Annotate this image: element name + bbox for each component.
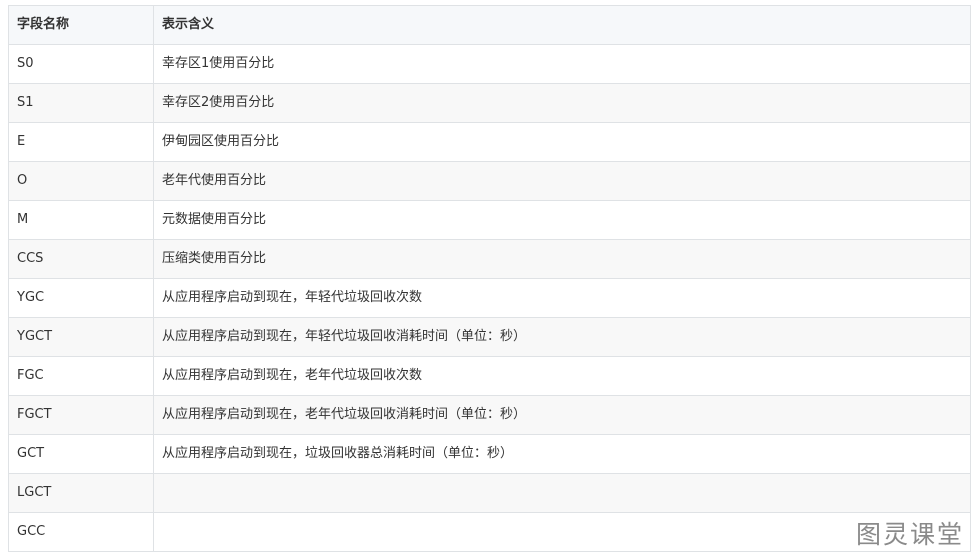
field-table-container: 字段名称 表示含义 S0 幸存区1使用百分比 S1 幸存区2使用百分比 E 伊甸… (8, 5, 971, 552)
cell-meaning: 从应用程序启动到现在，垃圾回收器总消耗时间（单位：秒） (153, 434, 971, 474)
cell-meaning: 从应用程序启动到现在，年轻代垃圾回收次数 (153, 278, 971, 318)
table-row: E 伊甸园区使用百分比 (8, 122, 971, 162)
header-field-name: 字段名称 (8, 5, 154, 45)
cell-meaning: 从应用程序启动到现在，年轻代垃圾回收消耗时间（单位：秒） (153, 317, 971, 357)
header-meaning: 表示含义 (153, 5, 971, 45)
cell-meaning (153, 512, 971, 552)
table-row: O 老年代使用百分比 (8, 161, 971, 201)
table-row: LGCT (8, 473, 971, 513)
cell-meaning: 从应用程序启动到现在，老年代垃圾回收次数 (153, 356, 971, 396)
cell-field-name: YGC (8, 278, 154, 318)
cell-field-name: FGC (8, 356, 154, 396)
table-row: CCS 压缩类使用百分比 (8, 239, 971, 279)
table-row: S0 幸存区1使用百分比 (8, 44, 971, 84)
cell-field-name: CCS (8, 239, 154, 279)
header-row: 字段名称 表示含义 (8, 5, 971, 45)
cell-meaning: 元数据使用百分比 (153, 200, 971, 240)
cell-field-name: GCC (8, 512, 154, 552)
cell-meaning: 老年代使用百分比 (153, 161, 971, 201)
field-table: 字段名称 表示含义 S0 幸存区1使用百分比 S1 幸存区2使用百分比 E 伊甸… (8, 5, 971, 552)
cell-meaning: 幸存区2使用百分比 (153, 83, 971, 123)
cell-field-name: YGCT (8, 317, 154, 357)
watermark-logo: 图灵课堂 (853, 515, 966, 551)
cell-field-name: LGCT (8, 473, 154, 513)
table-row: YGC 从应用程序启动到现在，年轻代垃圾回收次数 (8, 278, 971, 318)
cell-field-name: O (8, 161, 154, 201)
cell-field-name: S0 (8, 44, 154, 84)
table-body: S0 幸存区1使用百分比 S1 幸存区2使用百分比 E 伊甸园区使用百分比 O … (8, 44, 971, 552)
cell-meaning: 从应用程序启动到现在，老年代垃圾回收消耗时间（单位：秒） (153, 395, 971, 435)
table-row: GCT 从应用程序启动到现在，垃圾回收器总消耗时间（单位：秒） (8, 434, 971, 474)
table-header: 字段名称 表示含义 (8, 5, 971, 45)
cell-field-name: GCT (8, 434, 154, 474)
table-row: GCC (8, 512, 971, 552)
cell-field-name: E (8, 122, 154, 162)
cell-field-name: M (8, 200, 154, 240)
cell-meaning: 压缩类使用百分比 (153, 239, 971, 279)
cell-field-name: FGCT (8, 395, 154, 435)
table-row: YGCT 从应用程序启动到现在，年轻代垃圾回收消耗时间（单位：秒） (8, 317, 971, 357)
table-row: FGCT 从应用程序启动到现在，老年代垃圾回收消耗时间（单位：秒） (8, 395, 971, 435)
table-row: FGC 从应用程序启动到现在，老年代垃圾回收次数 (8, 356, 971, 396)
table-row: M 元数据使用百分比 (8, 200, 971, 240)
cell-meaning (153, 473, 971, 513)
cell-meaning: 幸存区1使用百分比 (153, 44, 971, 84)
table-row: S1 幸存区2使用百分比 (8, 83, 971, 123)
cell-meaning: 伊甸园区使用百分比 (153, 122, 971, 162)
cell-field-name: S1 (8, 83, 154, 123)
